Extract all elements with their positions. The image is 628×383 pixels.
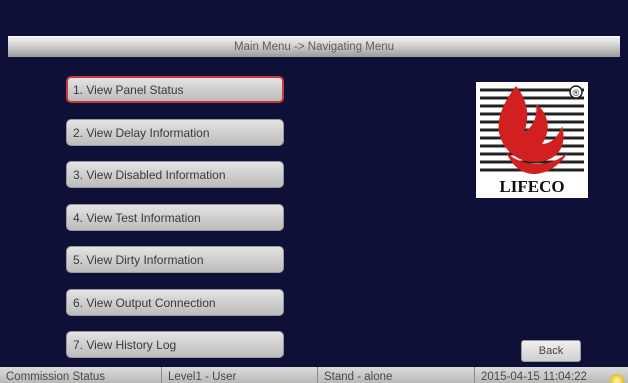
menu-item-view-test-information[interactable]: 4. View Test Information — [66, 204, 284, 231]
commission-status: Commission Status — [0, 367, 162, 383]
menu-item-view-delay-information[interactable]: 2. View Delay Information — [66, 119, 284, 146]
menu-item-view-history-log[interactable]: 7. View History Log — [66, 331, 284, 358]
menu-item-label: 1. View Panel Status — [73, 82, 184, 97]
lifeco-logo-icon: ® LIFECO — [476, 82, 588, 198]
menu-item-label: 6. View Output Connection — [73, 295, 216, 310]
menu-item-view-dirty-information[interactable]: 5. View Dirty Information — [66, 246, 284, 273]
registered-mark: ® — [573, 88, 580, 98]
back-button-label: Back — [538, 345, 564, 357]
lifeco-logo: ® LIFECO — [476, 82, 588, 198]
sun-icon — [610, 374, 624, 383]
menu-item-view-disabled-information[interactable]: 3. View Disabled Information — [66, 161, 284, 188]
menu-item-label: 4. View Test Information — [73, 210, 201, 225]
screen: Main Menu -> Navigating Menu 1. View Pan… — [0, 0, 628, 383]
menu-item-label: 2. View Delay Information — [73, 125, 210, 140]
menu-item-view-panel-status[interactable]: 1. View Panel Status — [66, 76, 284, 103]
breadcrumb: Main Menu -> Navigating Menu — [233, 41, 395, 53]
menu-item-view-output-connection[interactable]: 6. View Output Connection — [66, 289, 284, 316]
user-level: Level1 - User — [162, 367, 318, 383]
datetime-cell: 2015-04-15 11:04:22 — [475, 367, 628, 383]
menu-item-label: 7. View History Log — [73, 337, 177, 352]
menu-item-label: 5. View Dirty Information — [73, 252, 204, 267]
back-button[interactable]: Back — [521, 340, 581, 362]
datetime: 2015-04-15 11:04:22 — [481, 371, 587, 383]
title-bar: Main Menu -> Navigating Menu — [8, 36, 620, 57]
status-bar: Commission Status Level1 - User Stand - … — [0, 367, 628, 383]
logo-text: LIFECO — [499, 177, 564, 196]
menu-item-label: 3. View Disabled Information — [73, 167, 226, 182]
operating-mode: Stand - alone — [318, 367, 475, 383]
